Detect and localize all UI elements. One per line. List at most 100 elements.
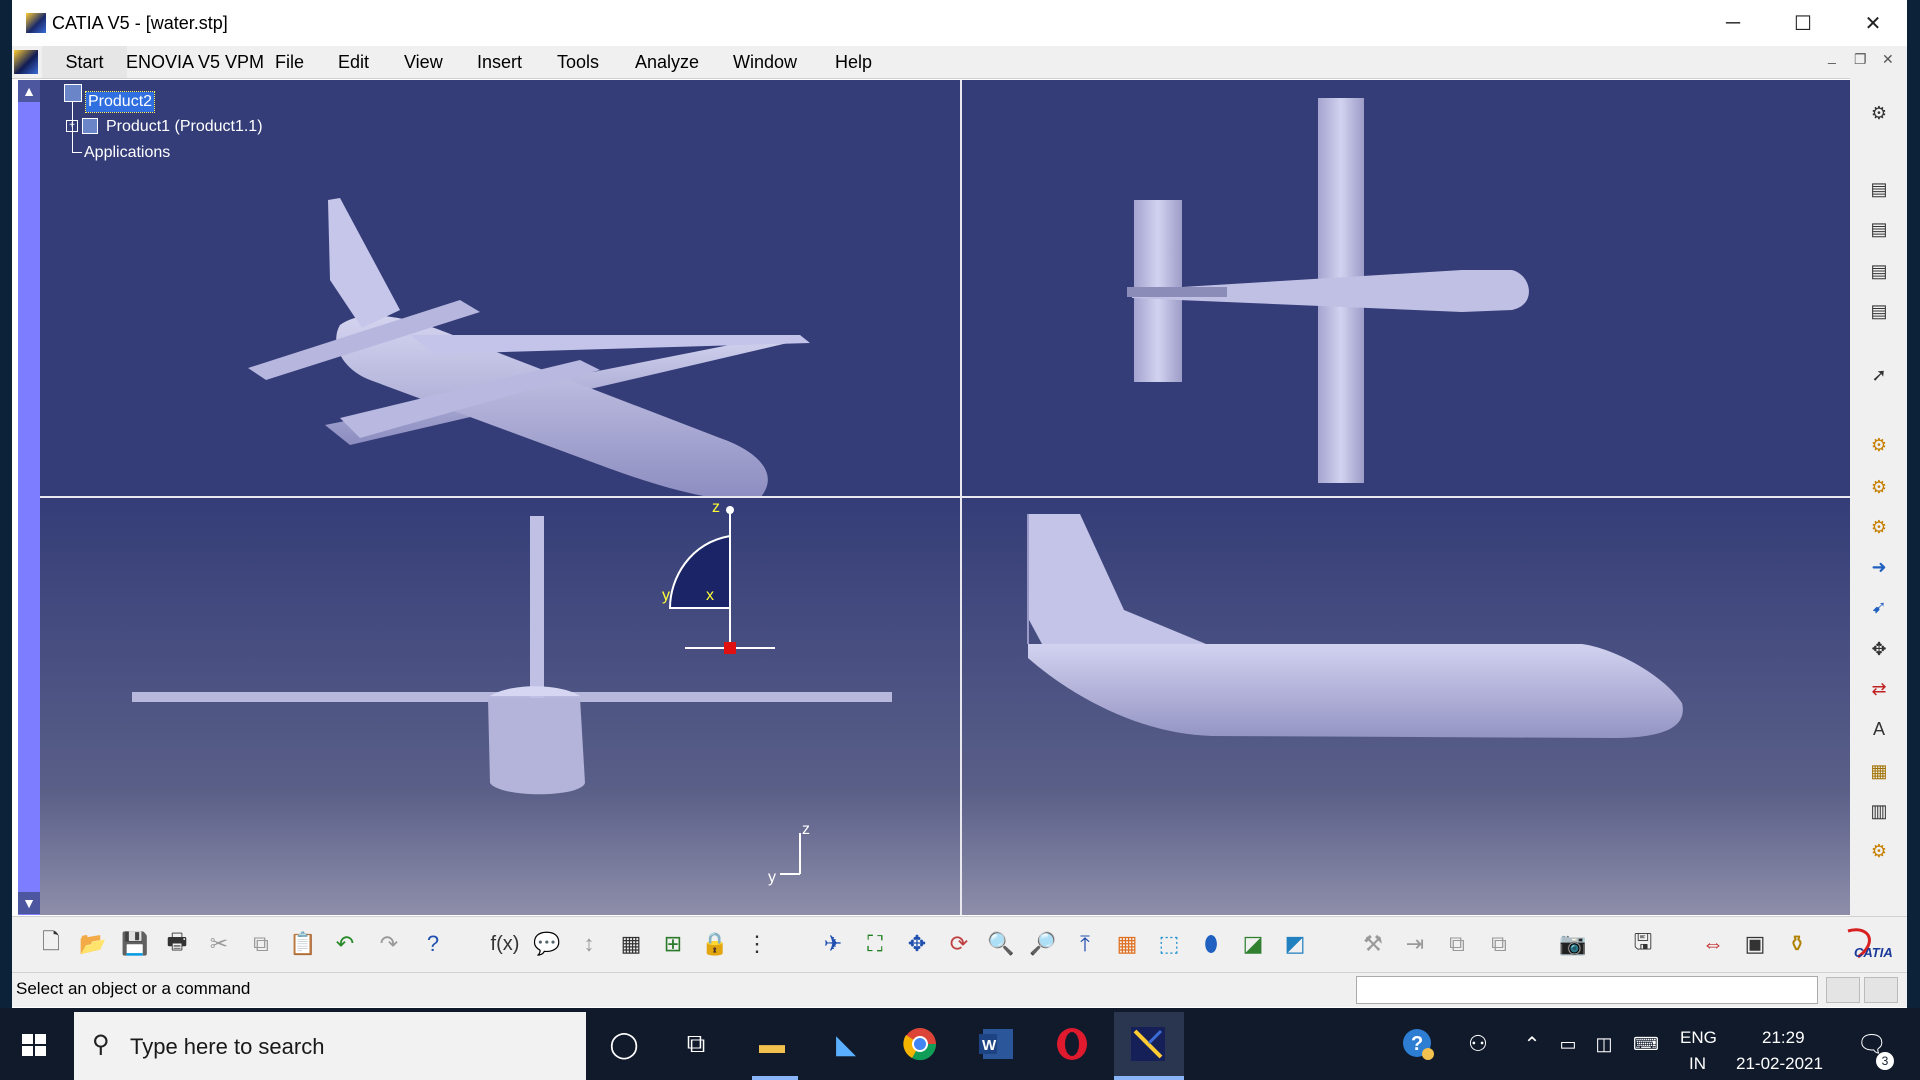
snap-icon[interactable]: ➹ (1864, 592, 1894, 622)
gears-icon[interactable]: ⚙ (1864, 98, 1894, 128)
language-top[interactable]: ENG (1680, 1028, 1717, 1048)
tools-icon[interactable]: ⚒ (1358, 929, 1388, 959)
tree-scrollbar[interactable] (18, 80, 40, 915)
open-folder-icon[interactable]: 📂 (78, 929, 108, 959)
menu-insert[interactable]: Insert (477, 52, 522, 73)
numbering-icon[interactable]: ⚙ (1864, 836, 1894, 866)
undo-icon[interactable]: ↶ (330, 929, 360, 959)
fly-mode-icon[interactable]: ✈ (818, 929, 848, 959)
specification-tree[interactable]: Product2 + Product1 (Product1.1) Applica… (62, 80, 322, 200)
command-input[interactable] (1356, 976, 1818, 1004)
app-icon[interactable]: ◣ (826, 1024, 866, 1064)
clock-time[interactable]: 21:29 (1762, 1028, 1805, 1048)
shading-icon[interactable]: ⬮ (1196, 929, 1226, 959)
rotate-icon[interactable]: ⟳ (944, 929, 974, 959)
multi-view-icon[interactable]: ▦ (1112, 929, 1142, 959)
explode-icon[interactable]: ✥ (1864, 634, 1894, 664)
menu-tools[interactable]: Tools (557, 52, 599, 73)
component-gear-icon[interactable]: ⚙ (1864, 430, 1894, 460)
bom-icon[interactable]: ▦ (1864, 756, 1894, 786)
copy-format-icon[interactable]: ⧉ (1442, 929, 1472, 959)
print-icon[interactable]: 🖶 (162, 929, 192, 959)
assembly-constraint-icon[interactable]: ▤ (1864, 256, 1894, 286)
language-bottom[interactable]: IN (1689, 1054, 1706, 1074)
tree-node-product2[interactable]: Product2 (84, 91, 156, 113)
compass-widget[interactable] (668, 506, 775, 654)
manipulate-cursor-icon[interactable]: ➚ (1864, 360, 1894, 390)
keyboard-icon[interactable]: ⌨ (1626, 1024, 1666, 1064)
component-gear-icon[interactable]: ⚙ (1864, 512, 1894, 542)
design-table-icon[interactable]: ▦ (616, 929, 646, 959)
command-button[interactable] (1826, 977, 1860, 1003)
catalog-icon[interactable]: ⊞ (658, 929, 688, 959)
scroll-up-arrow-icon[interactable]: ▲ (18, 80, 40, 102)
viewport-divider-horizontal[interactable] (40, 496, 1850, 498)
knowledge-advisor-icon[interactable]: 💬 (532, 929, 562, 959)
measure-icon[interactable]: ⇔ (1698, 929, 1728, 959)
clash-icon[interactable]: ⇄ (1864, 674, 1894, 704)
swap-visible-space-icon[interactable]: ◩ (1280, 929, 1310, 959)
menu-analyze[interactable]: Analyze (635, 52, 699, 73)
network-icon[interactable]: ◫ (1584, 1024, 1624, 1064)
measure-inertia-icon[interactable]: ▣ (1740, 929, 1770, 959)
pan-icon[interactable]: ✥ (902, 929, 932, 959)
menu-help[interactable]: Help (835, 52, 872, 73)
isometric-view-icon[interactable]: ⬚ (1154, 929, 1184, 959)
hide-show-icon[interactable]: ◪ (1238, 929, 1268, 959)
menu-start[interactable]: Start (42, 46, 127, 78)
close-button[interactable]: ✕ (1838, 0, 1908, 46)
copy-icon[interactable]: ⧉ (246, 929, 276, 959)
assembly-constraint-icon[interactable]: ▤ (1864, 214, 1894, 244)
component-gear-icon[interactable]: ⚙ (1864, 472, 1894, 502)
menu-file[interactable]: File (275, 52, 304, 73)
maximize-button[interactable]: ☐ (1768, 0, 1838, 46)
paste-icon[interactable]: 📋 (288, 929, 318, 959)
tree-node-product1[interactable]: Product1 (Product1.1) (106, 118, 263, 136)
scroll-down-arrow-icon[interactable]: ▼ (18, 892, 40, 914)
doc-restore-button[interactable]: ❐ (1854, 51, 1867, 68)
tree-node-applications[interactable]: Applications (84, 144, 170, 162)
assembly-constraint-icon[interactable]: ▤ (1864, 174, 1894, 204)
product-structure-icon[interactable]: ⋮ (742, 929, 772, 959)
3d-viewport[interactable]: z y x z y Product2 + Product1 (Product1.… (40, 80, 1850, 915)
fit-all-in-icon[interactable]: ⛶ (860, 929, 890, 959)
opera-icon[interactable] (1052, 1024, 1092, 1064)
cut-icon[interactable]: ✂ (204, 929, 234, 959)
capture-camera-icon[interactable]: 📷 (1558, 929, 1588, 959)
menu-view[interactable]: View (404, 52, 443, 73)
menu-edit[interactable]: Edit (338, 52, 369, 73)
minimize-button[interactable]: ─ (1698, 0, 1768, 46)
menu-window[interactable]: Window (733, 52, 797, 73)
skip-icon[interactable]: ⇥ (1400, 929, 1430, 959)
zoom-in-icon[interactable]: 🔍 (986, 929, 1016, 959)
doc-minimize-button[interactable]: _ (1828, 48, 1836, 64)
battery-icon[interactable]: ▭ (1548, 1024, 1588, 1064)
viewport-top[interactable] (962, 80, 1850, 496)
task-view-icon[interactable]: ⧉ (676, 1024, 716, 1064)
expand-plus-icon[interactable]: + (66, 120, 78, 132)
windows-start-icon[interactable] (22, 1034, 46, 1056)
doc-close-button[interactable]: ✕ (1882, 51, 1894, 68)
menu-enovia[interactable]: ENOVIA V5 VPM (126, 52, 264, 73)
save-icon[interactable]: 💾 (120, 929, 150, 959)
publish-icon[interactable]: 🖫 (1628, 929, 1658, 959)
bottle-icon[interactable]: ⚱ (1782, 929, 1812, 959)
paste-format-icon[interactable]: ⧉ (1484, 929, 1514, 959)
viewport-front[interactable]: z y x z y (40, 498, 960, 915)
normal-view-icon[interactable]: ⤒ (1070, 929, 1100, 959)
tray-chevron-up-icon[interactable]: ⌃ (1512, 1024, 1552, 1064)
assembly-constraint-icon[interactable]: ▤ (1864, 296, 1894, 326)
viewport-side[interactable] (962, 498, 1850, 915)
zoom-out-icon[interactable]: 🔎 (1028, 929, 1058, 959)
cortana-icon[interactable]: ◯ (604, 1024, 644, 1064)
lock-icon[interactable]: 🔒 (700, 929, 730, 959)
help-icon[interactable]: ? (1398, 1024, 1438, 1064)
command-options-button[interactable] (1864, 977, 1898, 1003)
people-icon[interactable]: ⚇ (1458, 1024, 1498, 1064)
formula-icon[interactable]: f(x) (490, 929, 520, 959)
redo-icon[interactable]: ↷ (374, 929, 404, 959)
word-icon[interactable]: W (976, 1024, 1016, 1064)
whats-this-icon[interactable]: ? (418, 929, 448, 959)
clock-date[interactable]: 21-02-2021 (1736, 1054, 1823, 1074)
file-explorer-icon[interactable]: ▬ (752, 1024, 792, 1064)
